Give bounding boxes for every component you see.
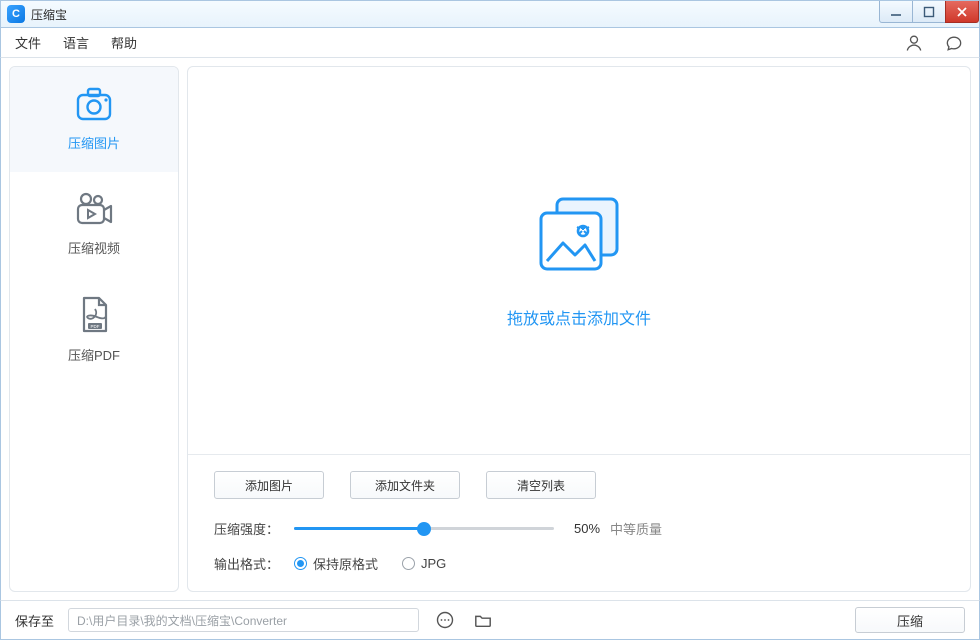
window-title: 压缩宝 bbox=[31, 6, 67, 23]
sidebar-item-label: 压缩图片 bbox=[68, 133, 120, 152]
window-controls bbox=[880, 1, 979, 23]
menu-help[interactable]: 帮助 bbox=[111, 33, 137, 52]
strength-percent: 50% bbox=[574, 521, 600, 536]
menu-file[interactable]: 文件 bbox=[15, 33, 41, 52]
output-format-row: 输出格式： 保持原格式 JPG bbox=[214, 554, 944, 573]
chat-icon[interactable] bbox=[943, 32, 965, 54]
radio-dot-icon bbox=[402, 557, 415, 570]
radio-label: 保持原格式 bbox=[313, 554, 378, 573]
menubar: 文件 语言 帮助 bbox=[0, 28, 980, 58]
radio-dot-icon bbox=[294, 557, 307, 570]
camera-icon bbox=[74, 87, 114, 123]
main-area: 压缩图片 压缩视频 PDF 压缩PDF bbox=[0, 58, 980, 600]
content-panel: 拖放或点击添加文件 添加图片 添加文件夹 清空列表 压缩强度： 50% 中等质量… bbox=[187, 66, 971, 592]
save-path-input[interactable]: D:\用户目录\我的文档\压缩宝\Converter bbox=[68, 608, 419, 632]
save-path-text: D:\用户目录\我的文档\压缩宝\Converter bbox=[77, 612, 287, 629]
strength-label: 压缩强度： bbox=[214, 519, 294, 538]
dropzone-text: 拖放或点击添加文件 bbox=[507, 305, 651, 329]
app-icon bbox=[7, 5, 25, 23]
minimize-button[interactable] bbox=[879, 1, 913, 23]
radio-jpg[interactable]: JPG bbox=[402, 556, 446, 571]
titlebar: 压缩宝 bbox=[0, 0, 980, 28]
sidebar: 压缩图片 压缩视频 PDF 压缩PDF bbox=[9, 66, 179, 592]
dropzone[interactable]: 拖放或点击添加文件 bbox=[188, 67, 970, 454]
maximize-button[interactable] bbox=[912, 1, 946, 23]
user-icon[interactable] bbox=[903, 32, 925, 54]
add-image-button[interactable]: 添加图片 bbox=[214, 471, 324, 499]
more-icon[interactable] bbox=[433, 608, 457, 632]
radio-label: JPG bbox=[421, 556, 446, 571]
radio-keep-format[interactable]: 保持原格式 bbox=[294, 554, 378, 573]
footer: 保存至 D:\用户目录\我的文档\压缩宝\Converter 压缩 bbox=[0, 600, 980, 640]
controls-panel: 添加图片 添加文件夹 清空列表 压缩强度： 50% 中等质量 输出格式： 保持原… bbox=[188, 454, 970, 591]
pdf-icon: PDF bbox=[74, 295, 114, 335]
images-icon bbox=[529, 193, 629, 283]
sidebar-item-compress-video[interactable]: 压缩视频 bbox=[10, 172, 178, 277]
video-icon bbox=[74, 192, 114, 228]
sidebar-item-compress-image[interactable]: 压缩图片 bbox=[10, 67, 178, 172]
strength-slider[interactable] bbox=[294, 520, 554, 538]
format-label: 输出格式： bbox=[214, 554, 294, 573]
sidebar-item-label: 压缩视频 bbox=[68, 238, 120, 257]
open-folder-icon[interactable] bbox=[471, 608, 495, 632]
svg-text:PDF: PDF bbox=[91, 324, 100, 329]
sidebar-item-label: 压缩PDF bbox=[68, 345, 120, 364]
close-button[interactable] bbox=[945, 1, 979, 23]
add-folder-button[interactable]: 添加文件夹 bbox=[350, 471, 460, 499]
compress-button[interactable]: 压缩 bbox=[855, 607, 965, 633]
strength-hint: 中等质量 bbox=[610, 519, 662, 538]
sidebar-item-compress-pdf[interactable]: PDF 压缩PDF bbox=[10, 277, 178, 382]
menu-language[interactable]: 语言 bbox=[63, 33, 89, 52]
compression-strength-row: 压缩强度： 50% 中等质量 bbox=[214, 519, 944, 538]
save-to-label: 保存至 bbox=[15, 611, 54, 630]
clear-list-button[interactable]: 清空列表 bbox=[486, 471, 596, 499]
